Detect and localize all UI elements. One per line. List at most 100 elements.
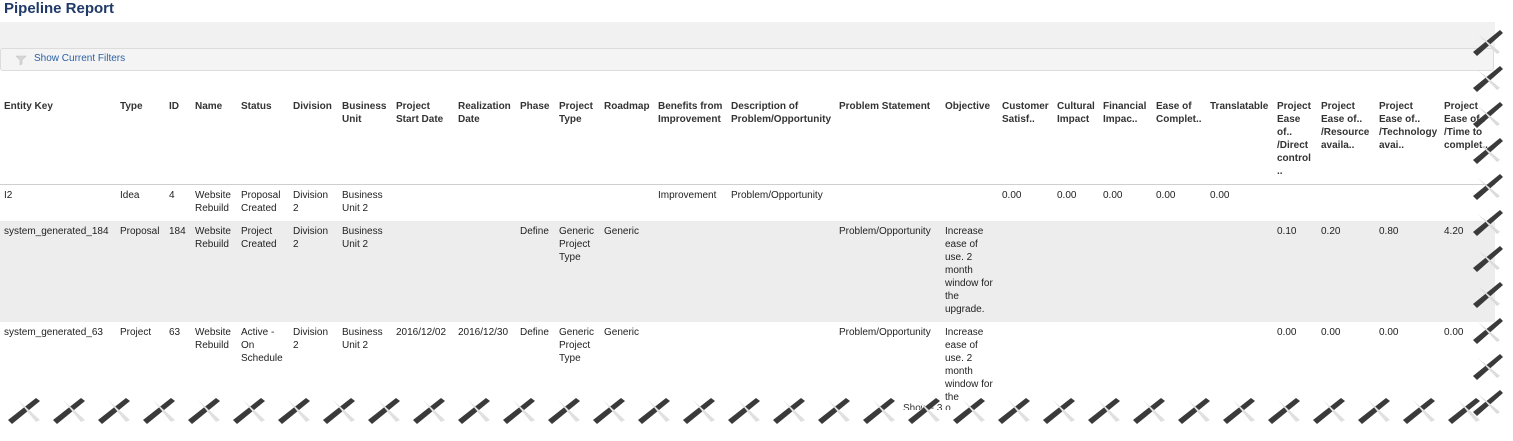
column-header[interactable]: Project Ease of.. /Technology avai.. [1375,98,1440,185]
table-header-row: Entity Key Type ID Name Status Division Busine… [0,98,1495,185]
table-cell [1375,185,1440,222]
table-cell: Generic Project Type [559,327,595,364]
table-cell: 0.00 [1156,190,1176,201]
table-cell [1440,185,1495,222]
pipeline-table-container: Entity Key Type ID Name Status Division Busine… [0,98,1495,404]
table-cell [1053,221,1099,322]
table-cell: Business Unit 2 [342,190,383,214]
table-cell: 184 [165,221,191,322]
table-cell [1053,322,1099,404]
table-cell: 2016/12/02 [396,327,447,338]
table-cell: 0.10 [1273,221,1317,322]
column-header[interactable]: Translatable [1206,98,1273,185]
table-cell: 0.20 [1317,221,1375,322]
column-header[interactable]: Entity Key [0,98,116,185]
table-cell [727,221,835,322]
table-cell [1317,185,1375,222]
table-cell: system_generated_184 [0,221,116,322]
column-header[interactable]: Problem Statement [835,98,941,185]
table-cell [1273,185,1317,222]
table-cell: Website Rebuild [191,221,237,322]
table-row[interactable]: system_generated_63 Project 63 Website Rebu… [0,322,1495,404]
table-cell: Increase ease of use. 2 month window for… [945,327,993,403]
table-cell: system_generated_63 [4,327,103,338]
table-cell: Project Created [237,221,289,322]
column-header[interactable]: Status [237,98,289,185]
column-header[interactable]: Roadmap [600,98,654,185]
toolbar-band [0,22,1495,50]
table-cell [516,185,555,222]
table-cell: Generic Project Type [555,221,600,322]
column-header[interactable]: Business Unit [338,98,392,185]
table-cell [998,322,1053,404]
table-cell [1099,322,1152,404]
column-header[interactable]: Division [289,98,338,185]
table-cell: Website Rebuild [195,327,231,351]
column-header[interactable]: Project Ease of.. /Resource availa.. [1317,98,1375,185]
table-cell: 0.00 [1002,190,1022,201]
table-cell: Define [516,221,555,322]
table-row[interactable]: I2 Idea 4 Website Rebuild Proposal Created Di… [0,185,1495,222]
table-cell: Division 2 [293,327,329,351]
table-cell [392,221,454,322]
table-cell: 0.00 [1277,327,1297,338]
table-cell [392,185,454,222]
table-cell: Define [520,327,549,338]
table-cell: I2 [4,190,13,201]
filter-icon[interactable] [15,54,27,66]
table-cell: Project [120,327,152,338]
table-cell [998,221,1053,322]
show-current-filters-link[interactable]: Show Current Filters [34,53,125,64]
table-cell [1206,221,1273,322]
column-header[interactable]: Type [116,98,165,185]
table-cell [454,221,516,322]
column-header[interactable]: Objective [941,98,998,185]
column-header[interactable]: Project Start Date [392,98,454,185]
table-cell: Problem/Opportunity [835,221,941,322]
table-cell: Website Rebuild [195,190,231,214]
column-header[interactable]: Project Ease of.. /Time to complet.. [1440,98,1495,185]
table-cell [1152,221,1206,322]
table-cell [654,221,727,322]
table-cell [941,185,998,222]
column-header[interactable]: Project Type [555,98,600,185]
table-cell: Business Unit 2 [338,221,392,322]
column-header[interactable]: ID [165,98,191,185]
table-cell: Business Unit 2 [342,327,383,351]
page-title: Pipeline Report [4,0,115,17]
table-cell: Generic [604,327,640,338]
table-cell: Problem/Opportunity [731,190,823,201]
column-header[interactable]: Realization Date [454,98,516,185]
column-header[interactable]: Description of Problem/Opportunity [727,98,835,185]
table-cell: 0.00 [1444,327,1464,338]
table-cell: 63 [169,327,181,338]
table-cell: 0.00 [1321,327,1341,338]
table-row[interactable]: system_generated_184 Proposal 184 Website R… [0,221,1495,322]
table-cell [1206,322,1273,404]
table-cell: Division 2 [293,190,329,214]
table-cell [727,322,835,404]
paging-info: Show - 3 o [903,403,951,414]
table-cell [1152,322,1206,404]
table-cell: 2016/12/30 [458,327,509,338]
table-cell [654,322,727,404]
column-header[interactable]: Phase [516,98,555,185]
column-header[interactable]: Name [191,98,237,185]
table-cell: 4.20 [1440,221,1495,322]
table-cell: 4 [169,190,175,201]
table-cell [600,185,654,222]
column-header[interactable]: Project Ease of.. /Direct control .. [1273,98,1317,185]
column-header[interactable]: Financial Impac.. [1099,98,1152,185]
table-cell: Idea [120,190,140,201]
table-cell: Improvement [658,190,717,201]
table-cell: Problem/Opportunity [839,327,931,338]
column-header[interactable]: Ease of Complet.. [1152,98,1206,185]
column-header[interactable]: Cultural Impact [1053,98,1099,185]
column-header[interactable]: Benefits from Improvement [654,98,727,185]
table-cell: Generic [600,221,654,322]
table-cell [1099,221,1152,322]
table-cell: 0.00 [1103,190,1123,201]
table-cell: Division 2 [289,221,338,322]
table-cell [454,185,516,222]
column-header[interactable]: Customer Satisf.. [998,98,1053,185]
